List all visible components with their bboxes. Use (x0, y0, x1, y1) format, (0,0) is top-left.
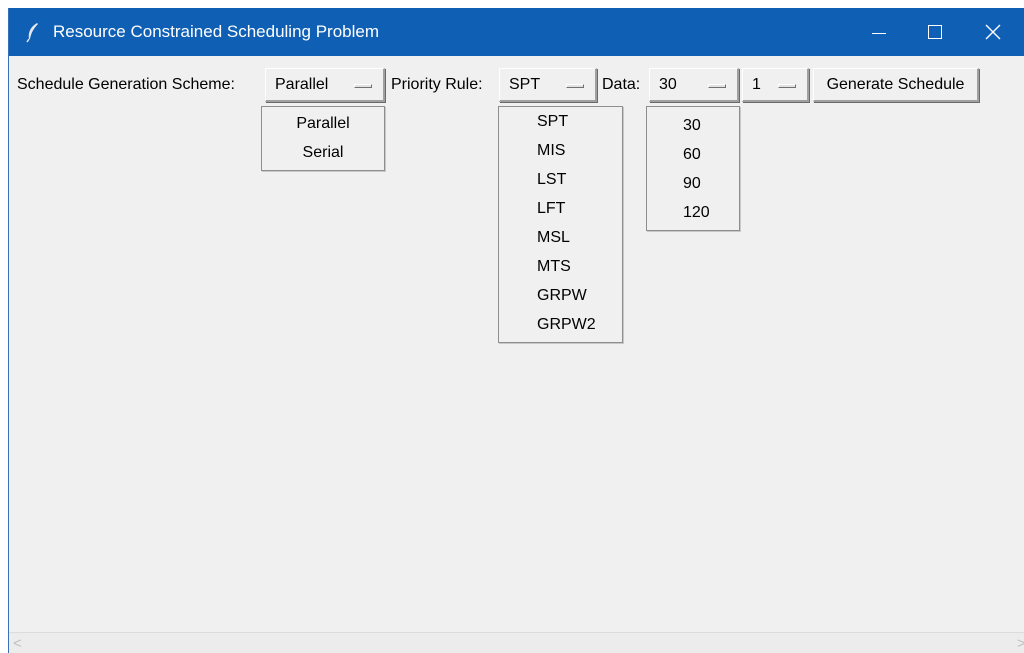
menu-item-serial[interactable]: Serial (262, 138, 384, 167)
priority-rule-value: SPT (509, 76, 541, 93)
option-menu-indicator-icon (566, 84, 584, 88)
menu-item-30[interactable]: 30 (647, 111, 739, 140)
close-button[interactable] (965, 8, 1021, 56)
menu-item-mis[interactable]: MIS (499, 136, 622, 165)
menu-item-lft[interactable]: LFT (499, 194, 622, 223)
menu-item-grpw2[interactable]: GRPW2 (499, 310, 622, 339)
menu-item-grpw[interactable]: GRPW (499, 281, 622, 310)
data-size-value: 30 (659, 76, 677, 93)
menu-item-lst[interactable]: LST (499, 165, 622, 194)
data-size-dropdown: 30 60 90 120 (646, 106, 740, 231)
priority-rule-dropdown: SPT MIS LST LFT MSL MTS GRPW GRPW2 (498, 106, 623, 343)
instance-menu[interactable]: 1 (742, 68, 809, 102)
controls-toolbar: Schedule Generation Scheme: Parallel Pri… (9, 68, 1024, 102)
schedule-generation-scheme-label: Schedule Generation Scheme: (17, 76, 235, 93)
priority-rule-menu[interactable]: SPT (499, 68, 597, 102)
scroll-right-arrow-icon[interactable]: > (1017, 635, 1024, 652)
option-menu-indicator-icon (354, 84, 372, 88)
menu-item-msl[interactable]: MSL (499, 223, 622, 252)
horizontal-scrollbar[interactable]: < > (9, 632, 1024, 653)
window-title: Resource Constrained Scheduling Problem (53, 22, 380, 41)
menu-item-parallel[interactable]: Parallel (262, 109, 384, 138)
scroll-left-arrow-icon[interactable]: < (13, 635, 22, 652)
close-icon (985, 24, 1001, 40)
option-menu-indicator-icon (708, 84, 726, 88)
option-menu-indicator-icon (778, 84, 796, 88)
title-bar: Resource Constrained Scheduling Problem (9, 8, 1024, 56)
minimize-icon (872, 32, 886, 34)
menu-item-60[interactable]: 60 (647, 140, 739, 169)
data-label: Data: (602, 76, 641, 93)
instance-value: 1 (752, 76, 761, 93)
menu-item-spt[interactable]: SPT (499, 107, 622, 136)
schedule-generation-scheme-value: Parallel (275, 76, 329, 93)
data-size-menu[interactable]: 30 (649, 68, 739, 102)
menu-item-90[interactable]: 90 (647, 169, 739, 198)
menu-item-mts[interactable]: MTS (499, 252, 622, 281)
maximize-icon (928, 25, 942, 39)
feather-icon (26, 23, 38, 43)
app-window: Resource Constrained Scheduling Problem … (8, 8, 1024, 653)
maximize-button[interactable] (907, 8, 963, 56)
minimize-button[interactable] (851, 8, 907, 56)
schedule-generation-scheme-menu[interactable]: Parallel (265, 68, 385, 102)
generate-schedule-button[interactable]: Generate Schedule (813, 68, 979, 102)
schedule-generation-scheme-dropdown: Parallel Serial (261, 106, 385, 171)
priority-rule-label: Priority Rule: (391, 76, 483, 93)
menu-item-120[interactable]: 120 (647, 198, 739, 227)
